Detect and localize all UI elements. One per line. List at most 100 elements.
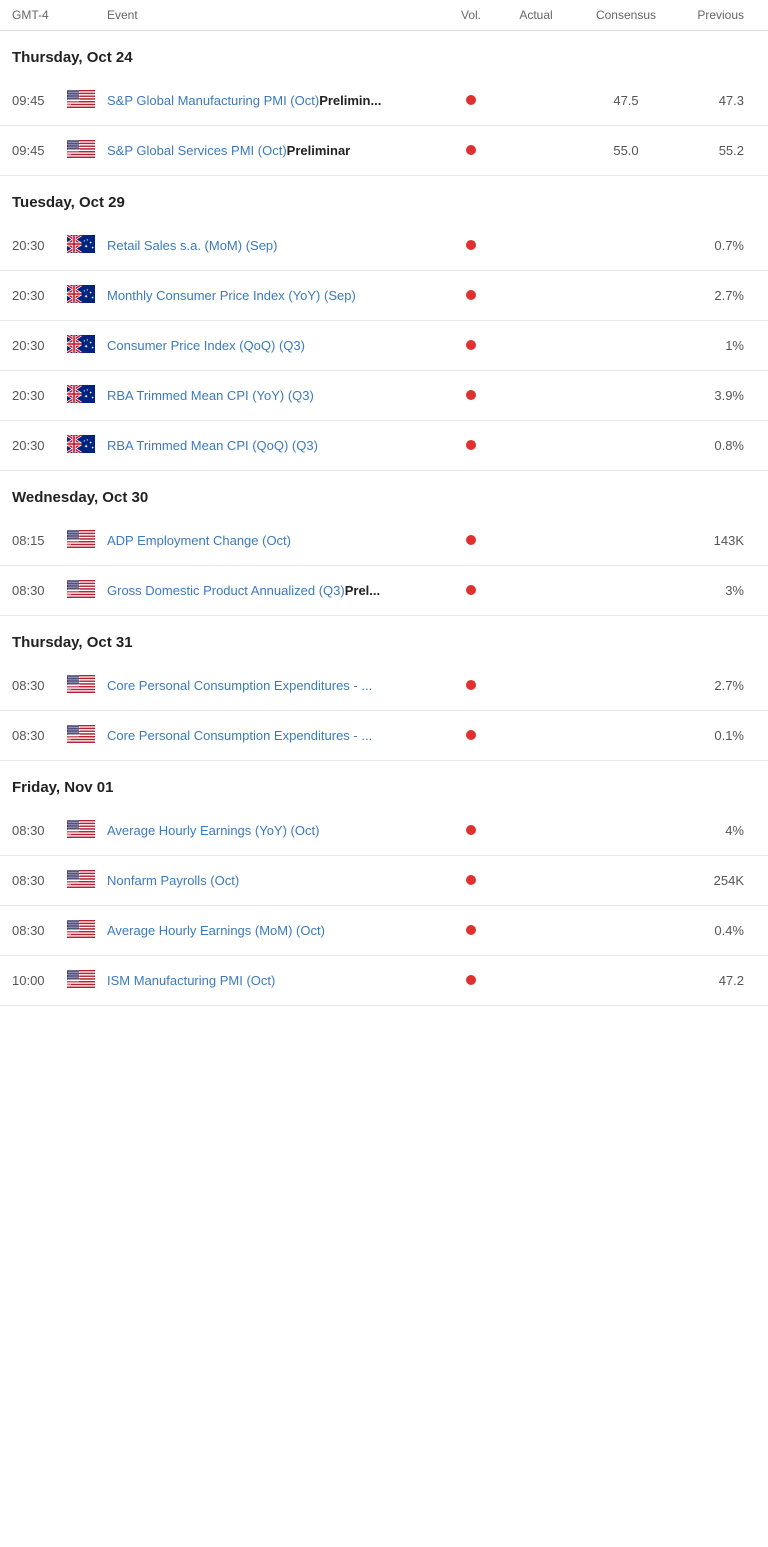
svg-text:✦: ✦ [84,444,88,450]
event-name[interactable]: RBA Trimmed Mean CPI (QoQ) (Q3) [107,438,446,453]
svg-text:✦: ✦ [84,344,88,350]
vol-dot-icon [466,440,476,450]
table-row[interactable]: 08:30 Gross Domestic Product Annualized … [0,566,768,616]
table-row[interactable]: 09:45 S&P Global Manufacturing PMI (Oct)… [0,76,768,126]
vol-indicator [446,238,496,253]
event-name[interactable]: RBA Trimmed Mean CPI (YoY) (Q3) [107,388,446,403]
event-name[interactable]: Core Personal Consumption Expenditures -… [107,678,446,693]
event-name[interactable]: S&P Global Services PMI (Oct)Preliminar [107,143,446,158]
vol-indicator [446,338,496,353]
event-previous: 55.2 [676,143,756,158]
table-row[interactable]: 10:00 ISM Manufacturing PMI (Oct)47.2 [0,956,768,1006]
table-row[interactable]: 08:30 Average Hourly Earnings (YoY) (Oct… [0,806,768,856]
event-time: 20:30 [12,388,67,403]
table-row[interactable]: 20:30 ✦ ✦ ✦ ✦ ✦ Monthly Consumer Price I… [0,271,768,321]
event-name[interactable]: ISM Manufacturing PMI (Oct) [107,973,446,988]
event-name[interactable]: Average Hourly Earnings (MoM) (Oct) [107,923,446,938]
vol-indicator [446,728,496,743]
event-name[interactable]: Gross Domestic Product Annualized (Q3)Pr… [107,583,446,598]
event-previous: 0.1% [676,728,756,743]
vol-dot-icon [466,680,476,690]
vol-dot-icon [466,340,476,350]
event-time: 08:30 [12,873,67,888]
header-event: Event [107,8,446,22]
vol-dot-icon [466,290,476,300]
event-time: 20:30 [12,338,67,353]
event-name[interactable]: Core Personal Consumption Expenditures -… [107,728,446,743]
vol-indicator [446,143,496,158]
event-time: 08:30 [12,728,67,743]
table-row[interactable]: 08:30 Core Personal Consumption Expendit… [0,711,768,761]
event-previous: 254K [676,873,756,888]
event-time: 08:30 [12,823,67,838]
vol-indicator [446,923,496,938]
us-flag-icon [67,580,107,601]
event-consensus: 55.0 [576,143,676,158]
au-flag-icon: ✦ ✦ ✦ ✦ ✦ [67,435,107,456]
event-name[interactable]: ADP Employment Change (Oct) [107,533,446,548]
event-name[interactable]: Consumer Price Index (QoQ) (Q3) [107,338,446,353]
us-flag-icon [67,820,107,841]
table-row[interactable]: 08:30 Average Hourly Earnings (MoM) (Oct… [0,906,768,956]
header-actual: Actual [496,8,576,22]
table-row[interactable]: 08:30 Nonfarm Payrolls (Oct) 254K [0,856,768,906]
vol-indicator [446,533,496,548]
event-name[interactable]: Retail Sales s.a. (MoM) (Sep) [107,238,446,253]
header-consensus: Consensus [576,8,676,22]
vol-dot-icon [466,730,476,740]
event-previous: 47.3 [676,93,756,108]
event-name[interactable]: Monthly Consumer Price Index (YoY) (Sep) [107,288,446,303]
vol-indicator [446,823,496,838]
table-row[interactable]: 20:30 ✦ ✦ ✦ ✦ ✦ RBA Trimmed Mean CPI (Qo… [0,421,768,471]
us-flag-icon [67,140,107,161]
au-flag-icon: ✦ ✦ ✦ ✦ ✦ [67,285,107,306]
us-flag-icon [67,725,107,746]
event-time: 20:30 [12,288,67,303]
event-name[interactable]: Nonfarm Payrolls (Oct) [107,873,446,888]
event-time: 09:45 [12,143,67,158]
sections-container: Thursday, Oct 2409:45 S&P Global Manufac… [0,31,768,1006]
table-row[interactable]: 20:30 ✦ ✦ ✦ ✦ ✦ Retail Sales s.a. (MoM) … [0,221,768,271]
event-consensus: 47.5 [576,93,676,108]
event-time: 20:30 [12,238,67,253]
vol-dot-icon [466,535,476,545]
vol-dot-icon [466,145,476,155]
header-previous: Previous [676,8,756,22]
event-time: 08:30 [12,923,67,938]
vol-indicator [446,93,496,108]
vol-dot-icon [466,390,476,400]
event-name[interactable]: S&P Global Manufacturing PMI (Oct)Prelim… [107,93,446,108]
event-previous: 3% [676,583,756,598]
table-row[interactable]: 20:30 ✦ ✦ ✦ ✦ ✦ Consumer Price Index (Qo… [0,321,768,371]
table-row[interactable]: 20:30 ✦ ✦ ✦ ✦ ✦ RBA Trimmed Mean CPI (Yo… [0,371,768,421]
table-container: GMT-4 Event Vol. Actual Consensus Previo… [0,0,768,1006]
event-time: 08:30 [12,583,67,598]
vol-indicator [446,438,496,453]
table-row[interactable]: 08:15 ADP Employment Change (Oct) 143K [0,516,768,566]
event-time: 08:15 [12,533,67,548]
event-previous: 0.7% [676,238,756,253]
vol-dot-icon [466,240,476,250]
event-time: 09:45 [12,93,67,108]
date-heading: Friday, Nov 01 [0,761,768,806]
vol-indicator [446,873,496,888]
event-previous: 143K [676,533,756,548]
vol-dot-icon [466,825,476,835]
au-flag-icon: ✦ ✦ ✦ ✦ ✦ [67,235,107,256]
event-previous: 4% [676,823,756,838]
header-vol: Vol. [446,8,496,22]
vol-dot-icon [466,585,476,595]
svg-text:✦: ✦ [84,294,88,300]
header-timezone: GMT-4 [12,8,67,22]
event-name[interactable]: Average Hourly Earnings (YoY) (Oct) [107,823,446,838]
event-previous: 3.9% [676,388,756,403]
table-row[interactable]: 08:30 Core Personal Consumption Expendit… [0,661,768,711]
vol-indicator [446,583,496,598]
vol-dot-icon [466,975,476,985]
vol-indicator [446,973,496,988]
table-row[interactable]: 09:45 S&P Global Services PMI (Oct)Preli… [0,126,768,176]
us-flag-icon [67,90,107,111]
table-header: GMT-4 Event Vol. Actual Consensus Previo… [0,0,768,31]
us-flag-icon [67,920,107,941]
event-previous: 2.7% [676,288,756,303]
